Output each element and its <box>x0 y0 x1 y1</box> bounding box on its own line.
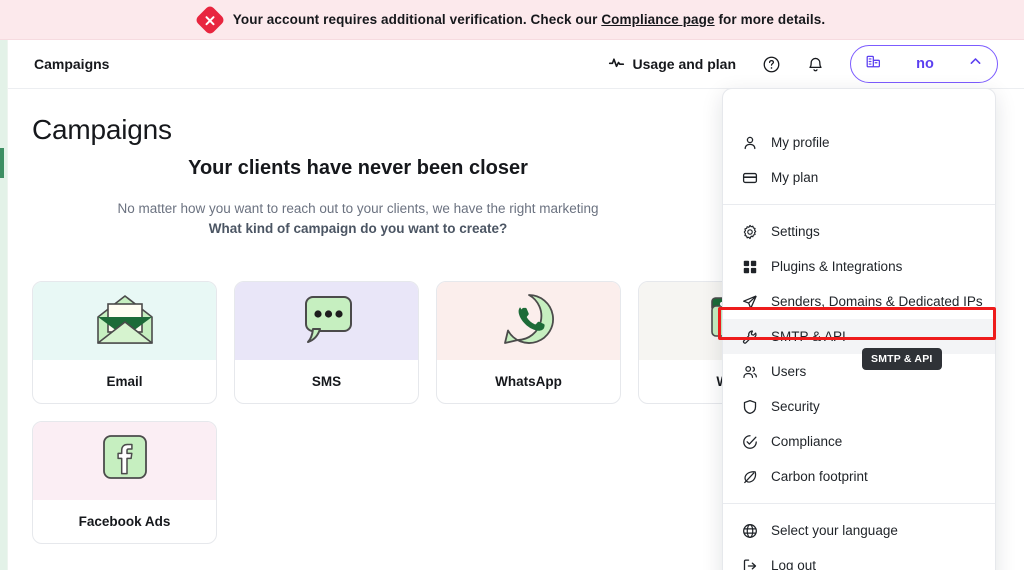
activity-pulse-icon <box>608 54 625 74</box>
campaign-card-facebook-ads[interactable]: Facebook Ads <box>32 421 217 544</box>
sidebar-rail-divider <box>7 40 8 570</box>
app-header: Campaigns Usage and plan no <box>8 40 1024 89</box>
menu-item-my-profile[interactable]: My profile <box>723 125 995 160</box>
menu-item-settings[interactable]: Settings <box>723 214 995 249</box>
header-actions: Usage and plan no <box>600 45 1024 83</box>
menu-top-spacer <box>723 97 995 125</box>
shield-icon <box>741 398 758 415</box>
menu-item-log-out[interactable]: Log out <box>723 548 995 570</box>
menu-item-label: My plan <box>771 170 819 185</box>
sidebar-active-indicator <box>0 148 4 178</box>
help-circle-icon[interactable] <box>754 47 788 81</box>
card-label: Email <box>106 374 143 389</box>
card-label: SMS <box>311 374 342 389</box>
menu-item-label: My profile <box>771 135 830 150</box>
menu-item-label: Security <box>771 399 820 414</box>
card-art <box>33 422 216 500</box>
whatsapp-icon <box>500 290 558 353</box>
card-label: WhatsApp <box>495 374 562 389</box>
menu-item-label: Compliance <box>771 434 843 449</box>
verification-alert-banner: Your account requires additional verific… <box>0 0 1024 40</box>
menu-item-smtp-api[interactable]: SMTP & API <box>723 319 995 354</box>
account-name-label: no <box>916 56 934 72</box>
menu-item-my-plan[interactable]: My plan <box>723 160 995 195</box>
menu-item-security[interactable]: Security <box>723 389 995 424</box>
app-root: Your account requires additional verific… <box>0 0 1024 570</box>
menu-item-senders-domains-ips[interactable]: Senders, Domains & Dedicated IPs <box>723 284 995 319</box>
chat-bubble-dots-icon <box>297 291 357 352</box>
hero-question-text: What kind of campaign do you want to cre… <box>208 220 508 236</box>
usage-and-plan-label: Usage and plan <box>632 56 736 72</box>
menu-item-label: Senders, Domains & Dedicated IPs <box>771 294 983 309</box>
menu-item-label: Users <box>771 364 807 379</box>
card-art <box>437 282 620 360</box>
compliance-page-link[interactable]: Compliance page <box>601 12 714 27</box>
menu-item-carbon-footprint[interactable]: Carbon footprint <box>723 459 995 494</box>
menu-item-label: Log out <box>771 558 817 570</box>
card-art <box>33 282 216 360</box>
header-breadcrumb-title: Campaigns <box>34 56 110 72</box>
company-building-icon <box>865 53 882 75</box>
users-icon <box>741 363 758 380</box>
globe-icon <box>741 522 758 539</box>
wrench-icon <box>741 328 758 345</box>
hero-section: Your clients have never been closer No m… <box>8 157 708 238</box>
card-label: Facebook Ads <box>78 514 171 529</box>
logout-icon <box>741 557 758 570</box>
campaign-card-email[interactable]: Email <box>32 281 217 404</box>
banner-message: Your account requires additional verific… <box>233 12 825 27</box>
facebook-icon <box>98 432 152 491</box>
smtp-api-tooltip: SMTP & API <box>862 348 942 370</box>
hero-paragraph-text: No matter how you want to reach out to y… <box>117 201 599 216</box>
menu-item-label: Carbon footprint <box>771 469 868 484</box>
grid-apps-icon <box>741 258 758 275</box>
menu-item-plugins-integrations[interactable]: Plugins & Integrations <box>723 249 995 284</box>
paper-plane-icon <box>741 293 758 310</box>
account-dropdown-menu: My profile My plan Settings Plugins & In… <box>722 88 996 570</box>
error-diamond-icon <box>194 3 226 36</box>
gear-icon <box>741 223 758 240</box>
menu-item-label: SMTP & API <box>771 329 846 344</box>
chevron-up-icon <box>968 54 983 74</box>
hero-description: No matter how you want to reach out to y… <box>8 199 708 238</box>
menu-item-label: Settings <box>771 224 820 239</box>
credit-card-icon <box>741 169 758 186</box>
page-title: Campaigns <box>32 114 172 145</box>
menu-item-select-language[interactable]: Select your language <box>723 513 995 548</box>
campaign-card-sms[interactable]: SMS <box>234 281 419 404</box>
menu-item-label: Plugins & Integrations <box>771 259 903 274</box>
banner-text-after: for more details. <box>714 12 826 27</box>
leaf-icon <box>741 468 758 485</box>
menu-divider <box>723 503 995 504</box>
bell-icon[interactable] <box>798 47 832 81</box>
menu-item-users[interactable]: Users <box>723 354 995 389</box>
banner-text-before: Your account requires additional verific… <box>232 12 602 27</box>
hero-heading: Your clients have never been closer <box>188 157 528 179</box>
menu-item-compliance[interactable]: Compliance <box>723 424 995 459</box>
account-switcher-button[interactable]: no <box>850 45 998 83</box>
user-icon <box>741 134 758 151</box>
menu-item-label: Select your language <box>771 523 898 538</box>
check-circle-icon <box>741 433 758 450</box>
sidebar-rail <box>0 40 7 570</box>
open-envelope-icon <box>93 291 157 352</box>
card-art <box>235 282 418 360</box>
usage-and-plan-button[interactable]: Usage and plan <box>600 48 744 80</box>
menu-divider <box>723 204 995 205</box>
campaign-card-whatsapp[interactable]: WhatsApp <box>436 281 621 404</box>
